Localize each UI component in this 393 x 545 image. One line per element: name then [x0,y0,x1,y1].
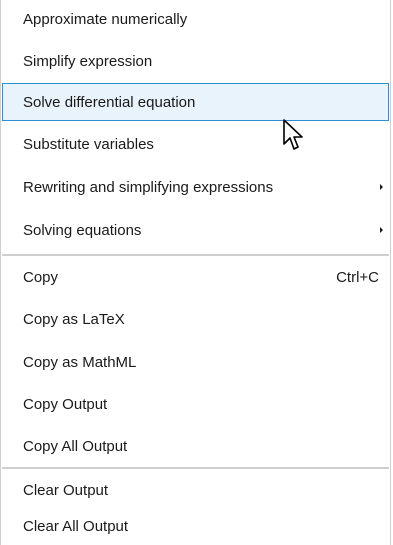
menu-item-copy-as-latex[interactable]: Copy as LaTeX [2,300,389,338]
menu-item-rewriting-and-simplifying-expressions[interactable]: Rewriting and simplifying expressions [2,168,389,206]
submenu-arrow-icon [380,184,383,190]
menu-item-label: Copy as MathML [23,353,137,371]
mouse-pointer-icon [283,119,303,150]
menu-item-clear-all-output[interactable]: Clear All Output [2,507,389,545]
menu-item-shortcut: Ctrl+C [336,268,379,286]
menu-item-label: Substitute variables [23,135,154,153]
menu-item-label: Rewriting and simplifying expressions [23,178,274,196]
menu-item-copy-as-mathml[interactable]: Copy as MathML [2,343,389,381]
menu-item-copy-all-output[interactable]: Copy All Output [2,427,389,465]
menu-item-copy-output[interactable]: Copy Output [2,385,389,423]
menu-item-solve-differential-equation[interactable]: Solve differential equation [2,83,389,121]
menu-item-label: Clear All Output [23,517,129,535]
menu-item-label: Copy All Output [23,437,128,455]
menu-separator [2,467,389,469]
menu-item-label: Clear Output [23,481,109,499]
submenu-arrow-icon [380,227,383,233]
menu-item-simplify-expression[interactable]: Simplify expression [2,42,389,80]
menu-item-approximate-numerically[interactable]: Approximate numerically [2,0,389,38]
menu-item-substitute-variables[interactable]: Substitute variables [2,125,389,163]
menu-item-label: Copy Output [23,395,108,413]
menu-item-copy[interactable]: Copy Ctrl+C [2,258,389,296]
menu-item-label: Solving equations [23,221,142,239]
menu-item-label: Approximate numerically [23,10,188,28]
menu-separator [2,254,389,256]
menu-item-label: Copy as LaTeX [23,310,125,328]
context-menu: Approximate numerically Simplify express… [0,0,391,545]
menu-item-label: Solve differential equation [23,93,196,111]
menu-item-label: Copy [23,268,59,286]
menu-item-label: Simplify expression [23,52,153,70]
menu-item-clear-output[interactable]: Clear Output [2,471,389,509]
menu-item-solving-equations[interactable]: Solving equations [2,211,389,249]
